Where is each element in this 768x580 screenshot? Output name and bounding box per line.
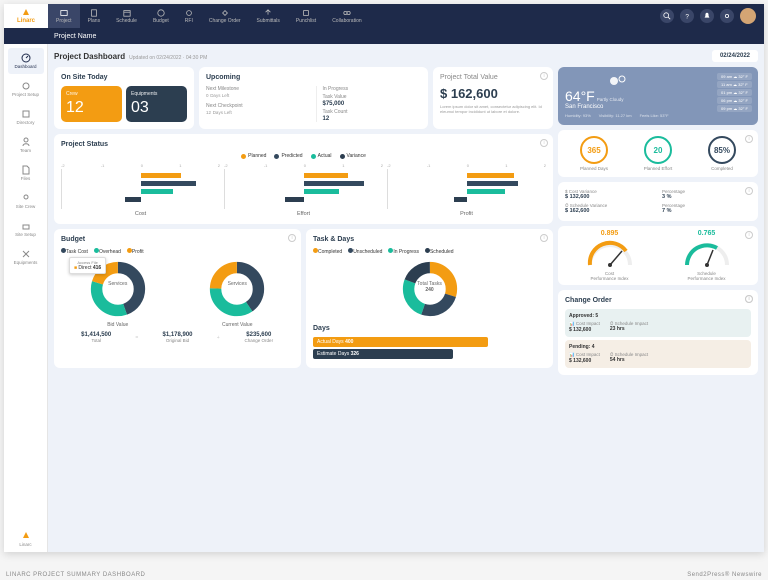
help-icon[interactable]: ? — [680, 9, 694, 23]
info-icon[interactable]: i — [540, 72, 548, 80]
project-total-value-card: i Project Total Value $ 162,600 Lorem ip… — [433, 67, 553, 129]
brand-text: Linarc — [17, 18, 35, 24]
weather-card: 09 am ☁ 32° F 11 am ☁ 32° F 01 pm ☁ 32° … — [558, 67, 758, 125]
caption-left: LINARC PROJECT SUMMARY DASHBOARD — [6, 572, 145, 578]
nav-budget[interactable]: Budget — [145, 4, 177, 28]
info-icon[interactable]: i — [745, 231, 753, 239]
actual-days-bar: Actual Days 400 — [313, 337, 488, 347]
weather-icon — [608, 73, 628, 89]
logo-icon — [21, 8, 31, 18]
status-legend: Planned Predicted Actual Variance — [61, 153, 546, 159]
page-title: Project Dashboard — [54, 52, 125, 61]
upcoming-card: Upcoming Next Milestone0 Days Left Next … — [199, 67, 428, 129]
task-days-card: i Task & Days Completed Unscheduled In P… — [306, 229, 553, 368]
sidebar-equipments[interactable]: Equipments — [8, 244, 44, 270]
bell-icon[interactable] — [700, 9, 714, 23]
sidebar-dashboard[interactable]: Dashboard — [8, 48, 44, 74]
donut-tasks: Total Tasks240 — [395, 259, 465, 321]
page-subtitle: Updated on 02/24/2022 · 04:30 PM — [129, 55, 207, 61]
info-icon[interactable]: i — [540, 139, 548, 147]
budget-tooltip: Access File■ Direct 416 — [69, 257, 106, 274]
change-order-card: Change Order i Approved: 5 📊 Cost Impact… — [558, 290, 758, 375]
gauge-schedule: 0.765 SchedulePerformance Index — [661, 230, 752, 281]
budget-card: i Budget Task Cost Overhead Profit Acces… — [54, 229, 301, 368]
gauge-cost: 0.895 CostPerformance Index — [564, 230, 655, 281]
co-pending: i Pending: 4 📊 Cost Impact$ 132,600 ⏱ Sc… — [565, 340, 751, 368]
sidebar-files[interactable]: Files — [8, 160, 44, 186]
project-name-bar: Project Name — [4, 28, 764, 44]
donut-current-value: ServicesCurrent Value — [181, 259, 295, 328]
topbar-right: ? — [660, 8, 764, 24]
top-nav: Project Plans Schedule Budget RFI Change… — [48, 4, 370, 28]
hourly-forecast: 09 am ☁ 32° F 11 am ☁ 32° F 01 pm ☁ 32° … — [717, 73, 752, 113]
sidebar-project-setup[interactable]: Project Setup — [8, 76, 44, 102]
status-chart-profit: -2-1012 Profit — [387, 163, 546, 217]
nav-punchlist[interactable]: Punchlist — [288, 4, 324, 28]
svg-text:?: ? — [685, 13, 689, 20]
sidebar-brand-footer: Linarc — [8, 526, 44, 552]
sidebar-directory[interactable]: Directory — [8, 104, 44, 130]
circles-card: i 365Planned Days 20Planned Effort 85%Co… — [558, 130, 758, 177]
date-badge[interactable]: 02/24/2022 — [712, 50, 758, 62]
caption-right: Send2Press® Newswire — [687, 572, 762, 578]
equip-stat: Equipments03 — [126, 86, 187, 122]
nav-rfi[interactable]: RFI — [177, 4, 201, 28]
sidebar-site-setup[interactable]: Site Setup — [8, 216, 44, 242]
info-icon[interactable]: i — [745, 295, 753, 303]
settings-icon[interactable] — [720, 9, 734, 23]
nav-change-order[interactable]: Change Order — [201, 4, 249, 28]
nav-plans[interactable]: Plans — [80, 4, 109, 28]
logo[interactable]: Linarc — [4, 4, 48, 28]
nav-collaboration[interactable]: Collaboration — [324, 4, 369, 28]
avatar[interactable] — [740, 8, 756, 24]
onsite-card: On Site Today Crew12 Equipments03 — [54, 67, 194, 129]
info-icon[interactable]: i — [745, 187, 753, 195]
nav-project[interactable]: Project — [48, 4, 80, 28]
search-icon[interactable] — [660, 9, 674, 23]
status-chart-cost: -2-1012 Cost — [61, 163, 220, 217]
topbar: Linarc Project Plans Schedule Budget RFI… — [4, 4, 764, 28]
sidebar-team[interactable]: Team — [8, 132, 44, 158]
donut-bid-value: Access File■ Direct 416 ServicesBid Valu… — [61, 259, 175, 328]
sidebar: Dashboard Project Setup Directory Team F… — [4, 44, 48, 552]
info-icon[interactable]: i — [540, 234, 548, 242]
estimate-days-bar: Estimate Days 326 — [313, 349, 453, 359]
sidebar-site-crew[interactable]: Site Crew — [8, 188, 44, 214]
variance-card: i $ Cost Variance$ 132,600 Percentage3 %… — [558, 182, 758, 221]
info-icon[interactable]: i — [745, 135, 753, 143]
gauges-card: i 0.895 CostPerformance Index 0.765 Sche… — [558, 226, 758, 285]
nav-submittals[interactable]: Submittals — [249, 4, 288, 28]
project-status-card: i Project Status Planned Predicted Actua… — [54, 134, 553, 224]
main-content: Project Dashboard Updated on 02/24/2022 ·… — [48, 44, 764, 552]
crew-stat: Crew12 — [61, 86, 122, 122]
co-approved: i Approved: 5 📊 Cost Impact$ 132,600 ⏱ S… — [565, 309, 751, 337]
info-icon[interactable]: i — [288, 234, 296, 242]
status-chart-effort: -2-1012 Effort — [224, 163, 383, 217]
nav-schedule[interactable]: Schedule — [108, 4, 145, 28]
